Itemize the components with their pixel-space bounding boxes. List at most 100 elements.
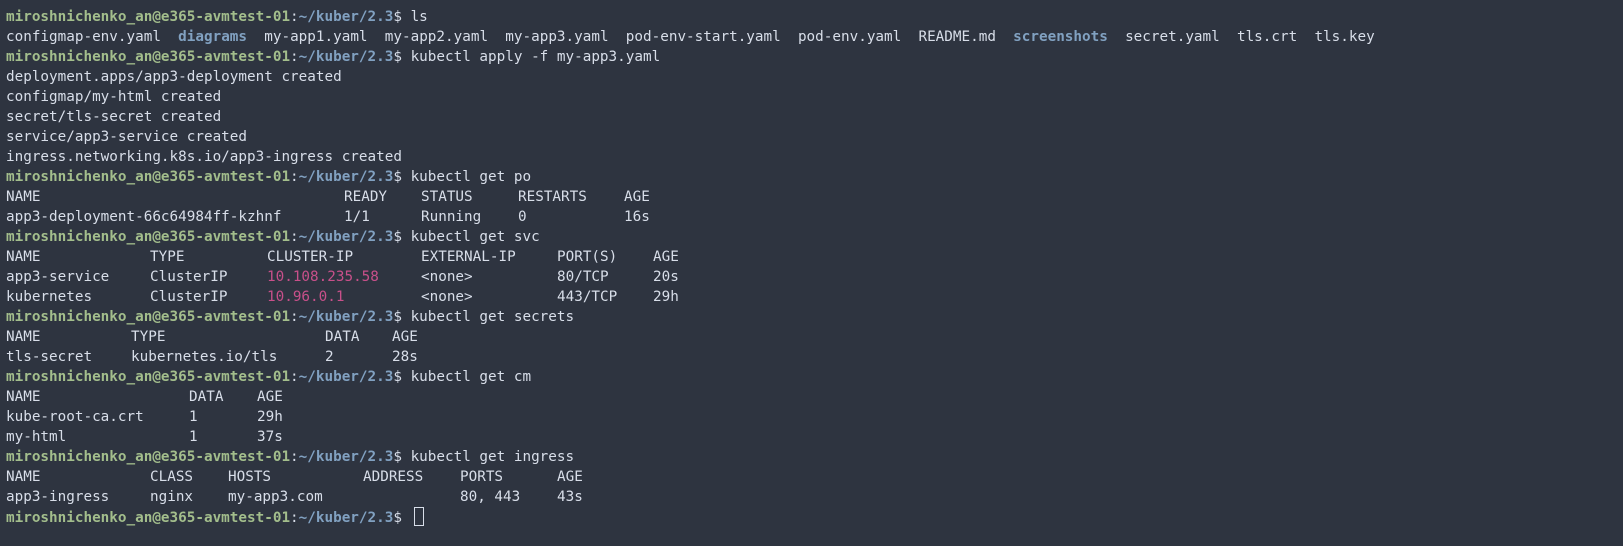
- ing-header-5: AGE: [557, 469, 583, 485]
- ing-header-3: ADDRESS: [363, 469, 424, 485]
- sec-cell-0: tls-secret: [6, 349, 93, 365]
- terminal-cursor[interactable]: [413, 507, 424, 526]
- svc-cell-0: kubernetes: [6, 289, 93, 305]
- svc-cell-2: 10.96.0.1: [267, 289, 345, 305]
- po-header-0: NAME: [6, 189, 41, 205]
- cm-cell-1: 1: [189, 409, 198, 425]
- svc-header-5: AGE: [653, 249, 679, 265]
- sec-header-0: NAME: [6, 329, 41, 345]
- svc-cell-3: <none>: [421, 269, 473, 285]
- po-cell-4: 16s: [624, 209, 650, 225]
- command-text: kubectl get ingress: [410, 449, 575, 465]
- svc-cell-1: ClusterIP: [150, 269, 228, 285]
- table-row: app3-deployment-66c64984ff-kzhnf 1/1 Runni…: [6, 207, 1623, 227]
- po-header-1: READY: [344, 189, 388, 205]
- command-text: kubectl apply -f my-app3.yaml: [410, 49, 661, 65]
- prompt-user: miroshnichenko_an@e365-avmtest-01: [6, 9, 291, 25]
- ls-gap: [996, 29, 1013, 45]
- prompt-separator: :: [290, 369, 299, 385]
- sec-cell-3: 28s: [392, 349, 418, 365]
- prompt-sign: $: [393, 309, 402, 325]
- table-row: tls-secret kubernetes.io/tls 2 28s: [6, 347, 1623, 367]
- ls-gap: [609, 29, 626, 45]
- prompt-user: miroshnichenko_an@e365-avmtest-01: [6, 169, 291, 185]
- cm-header-2: AGE: [257, 389, 283, 405]
- prompt-sign: $: [393, 510, 402, 526]
- ls-file: my-app3.yaml: [505, 29, 609, 45]
- prompt-path: ~/kuber/2.3: [298, 49, 394, 65]
- ing-cell-0: app3-ingress: [6, 489, 110, 505]
- sec-header-2: DATA: [325, 329, 360, 345]
- ls-file: tls.crt: [1236, 29, 1298, 45]
- apply-output-line: secret/tls-secret created: [6, 107, 1623, 127]
- svc-cell-2: 10.108.235.58: [267, 269, 379, 285]
- prompt-line: miroshnichenko_an@e365-avmtest-01:~/kube…: [6, 167, 1623, 187]
- ls-gap: [781, 29, 798, 45]
- terminal-window[interactable]: miroshnichenko_an@e365-avmtest-01:~/kube…: [0, 0, 1623, 546]
- prompt-sign: $: [393, 449, 402, 465]
- apply-output-line: ingress.networking.k8s.io/app3-ingress c…: [6, 147, 1623, 167]
- ls-file: my-app1.yaml: [264, 29, 368, 45]
- prompt-line: miroshnichenko_an@e365-avmtest-01:~/kube…: [6, 227, 1623, 247]
- prompt-line: miroshnichenko_an@e365-avmtest-01:~/kube…: [6, 447, 1623, 467]
- po-header-3: RESTARTS: [518, 189, 587, 205]
- svc-cell-1: ClusterIP: [150, 289, 228, 305]
- prompt-gap: [402, 49, 411, 65]
- po-cell-0: app3-deployment-66c64984ff-kzhnf: [6, 209, 282, 225]
- prompt-path: ~/kuber/2.3: [298, 9, 394, 25]
- cm-cell-0: my-html: [6, 429, 67, 445]
- prompt-sign: $: [393, 49, 402, 65]
- prompt-line: miroshnichenko_an@e365-avmtest-01:~/kube…: [6, 507, 1623, 527]
- apply-output-text: service/app3-service created: [6, 129, 248, 145]
- ing-cell-2: my-app3.com: [228, 489, 323, 505]
- prompt-separator: :: [290, 309, 299, 325]
- apply-output-line: deployment.apps/app3-deployment created: [6, 67, 1623, 87]
- prompt-path: ~/kuber/2.3: [298, 169, 394, 185]
- ls-gap: [161, 29, 178, 45]
- prompt-sign: $: [393, 169, 402, 185]
- sec-cell-1: kubernetes.io/tls: [131, 349, 278, 365]
- sec-header-1: TYPE: [131, 329, 166, 345]
- svc-header-4: PORT(S): [557, 249, 618, 265]
- po-header-row: NAME READY STATUS RESTARTS AGE: [6, 187, 1623, 207]
- ing-cell-4: 80, 443: [460, 489, 521, 505]
- ls-file: my-app2.yaml: [384, 29, 489, 45]
- cm-header-1: DATA: [189, 389, 224, 405]
- sec-header-row: NAME TYPE DATA AGE: [6, 327, 1623, 347]
- cm-cell-2: 29h: [257, 409, 283, 425]
- table-row: app3-service ClusterIP 10.108.235.58 <none>…: [6, 267, 1623, 287]
- po-cell-3: 0: [518, 209, 527, 225]
- svc-cell-5: 20s: [653, 269, 679, 285]
- prompt-gap: [402, 9, 411, 25]
- svc-header-2: CLUSTER-IP: [267, 249, 354, 265]
- prompt-user: miroshnichenko_an@e365-avmtest-01: [6, 449, 291, 465]
- prompt-path: ~/kuber/2.3: [298, 510, 394, 526]
- svc-header-3: EXTERNAL-IP: [421, 249, 516, 265]
- ls-gap: [1108, 29, 1125, 45]
- svc-cell-4: 80/TCP: [557, 269, 609, 285]
- prompt-path: ~/kuber/2.3: [298, 369, 394, 385]
- ing-header-2: HOSTS: [228, 469, 272, 485]
- prompt-line: miroshnichenko_an@e365-avmtest-01:~/kube…: [6, 47, 1623, 67]
- prompt-separator: :: [290, 49, 299, 65]
- ing-header-4: PORTS: [460, 469, 504, 485]
- command-text: kubectl get cm: [410, 369, 532, 385]
- prompt-gap: [402, 309, 411, 325]
- prompt-gap: [402, 369, 411, 385]
- cm-header-row: NAME DATA AGE: [6, 387, 1623, 407]
- ing-cell-1: nginx: [150, 489, 194, 505]
- prompt-separator: :: [290, 449, 299, 465]
- prompt-gap: [402, 449, 411, 465]
- prompt-line: miroshnichenko_an@e365-avmtest-01:~/kube…: [6, 307, 1623, 327]
- prompt-sign: $: [393, 229, 402, 245]
- ls-gap: [488, 29, 505, 45]
- table-row: kubernetes ClusterIP 10.96.0.1 <none> 443/TC…: [6, 287, 1623, 307]
- prompt-separator: :: [290, 229, 299, 245]
- ls-gap: [1220, 29, 1237, 45]
- table-row: app3-ingress nginx my-app3.com 80, 443 43s: [6, 487, 1623, 507]
- prompt-line: miroshnichenko_an@e365-avmtest-01:~/kube…: [6, 7, 1623, 27]
- svc-header-1: TYPE: [150, 249, 185, 265]
- ls-directory: diagrams: [178, 29, 248, 45]
- ls-file: pod-env.yaml: [797, 29, 902, 45]
- prompt-gap: [402, 169, 411, 185]
